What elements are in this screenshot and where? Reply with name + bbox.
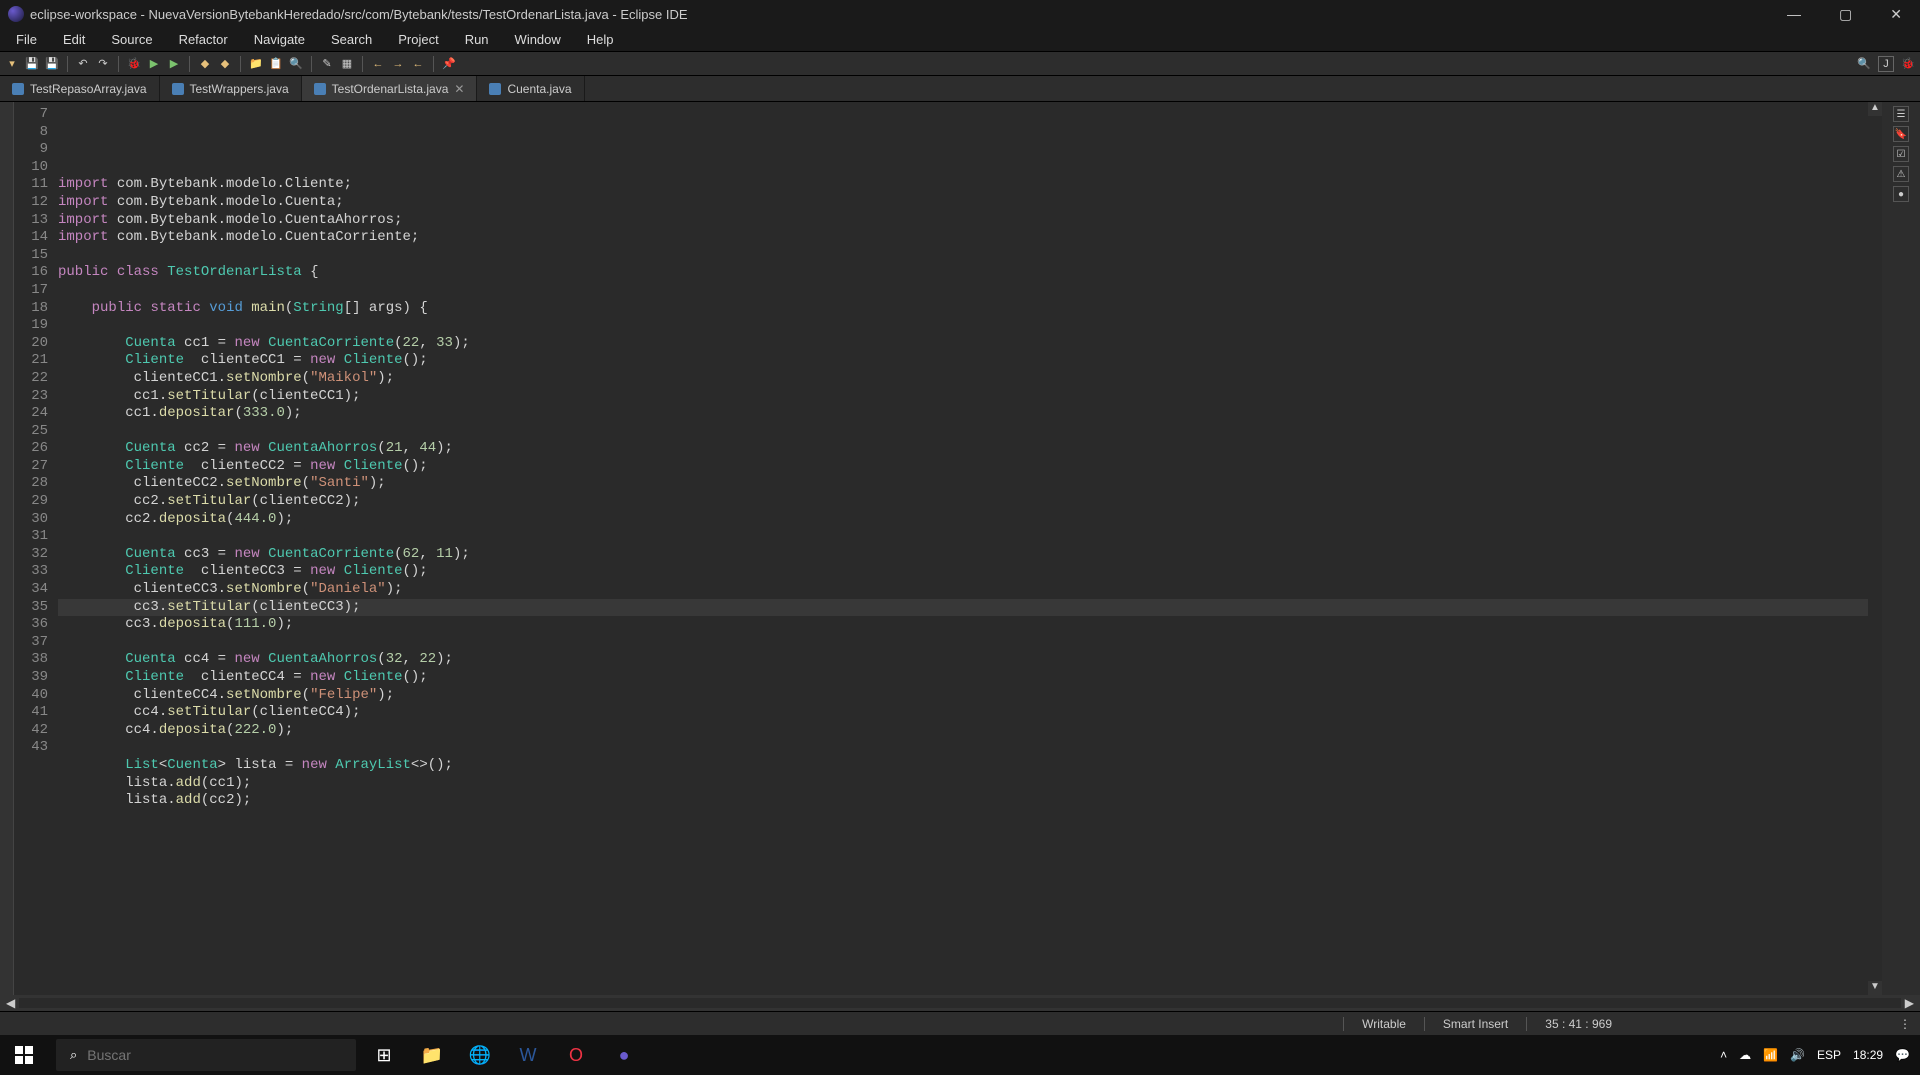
right-toolbar: ☰ 🔖 ☑ ⚠ ● — [1882, 102, 1920, 995]
menu-project[interactable]: Project — [386, 29, 450, 50]
search-icon: ⌕ — [70, 1047, 77, 1063]
scroll-up-icon[interactable]: ▲ — [1868, 102, 1882, 116]
menu-edit[interactable]: Edit — [51, 29, 97, 50]
quick-access-icon[interactable]: 🔍 — [1856, 56, 1872, 72]
main-toolbar: ▾ 💾 💾 ↶ ↷ 🐞 ▶ ▶ ◆ ◆ 📁 📋 🔍 ✎ ▦ ← → ← 📌 🔍 … — [0, 52, 1920, 76]
tab-testrepasoarray[interactable]: TestRepasoArray.java — [0, 76, 160, 101]
tab-cuenta[interactable]: Cuenta.java — [477, 76, 584, 101]
statusbar: Writable Smart Insert 35 : 41 : 969 ⋮ — [0, 1011, 1920, 1035]
window-title: eclipse-workspace - NuevaVersionBytebank… — [30, 7, 1777, 22]
menubar: File Edit Source Refactor Navigate Searc… — [0, 28, 1920, 52]
line-numbers: 7891011121314151617181920212223242526272… — [14, 102, 58, 995]
language-indicator[interactable]: ESP — [1817, 1048, 1841, 1062]
system-tray: ˄ ☁ 📶 🔊 ESP 18:29 💬 — [1720, 1048, 1920, 1062]
explorer-app[interactable]: 📁 — [412, 1035, 452, 1075]
task-view-button[interactable]: ⊞ — [364, 1035, 404, 1075]
taskbar-search[interactable]: ⌕ — [56, 1039, 356, 1071]
redo-icon[interactable]: ↷ — [95, 56, 111, 72]
titlebar: eclipse-workspace - NuevaVersionBytebank… — [0, 0, 1920, 28]
eclipse-app[interactable]: ● — [604, 1035, 644, 1075]
search-icon[interactable]: 🔍 — [288, 56, 304, 72]
window-controls: — ▢ ✕ — [1777, 2, 1912, 27]
editor-area: 7891011121314151617181920212223242526272… — [0, 102, 1920, 995]
open-task-icon[interactable]: 📋 — [268, 56, 284, 72]
status-cursor-pos: 35 : 41 : 969 — [1526, 1017, 1630, 1031]
forward-icon[interactable]: → — [390, 56, 406, 72]
close-icon[interactable]: ✕ — [454, 82, 464, 96]
onedrive-icon[interactable]: ☁ — [1739, 1048, 1751, 1062]
outline-icon[interactable]: ☰ — [1893, 106, 1909, 122]
tab-label: TestRepasoArray.java — [30, 82, 147, 96]
java-file-icon — [314, 83, 326, 95]
new-package-icon[interactable]: ◆ — [217, 56, 233, 72]
opera-app[interactable]: O — [556, 1035, 596, 1075]
word-app[interactable]: W — [508, 1035, 548, 1075]
new-class-icon[interactable]: ◆ — [197, 56, 213, 72]
pin-icon[interactable]: 📌 — [441, 56, 457, 72]
search-input[interactable] — [87, 1047, 342, 1063]
java-file-icon — [172, 83, 184, 95]
toggle-block-icon[interactable]: ▦ — [339, 56, 355, 72]
menu-window[interactable]: Window — [503, 29, 573, 50]
bookmarks-icon[interactable]: 🔖 — [1893, 126, 1909, 142]
perspective-debug-icon[interactable]: 🐞 — [1900, 56, 1916, 72]
tab-label: TestOrdenarLista.java — [332, 82, 449, 96]
open-type-icon[interactable]: 📁 — [248, 56, 264, 72]
run-icon[interactable]: ▶ — [146, 56, 162, 72]
breakpoints-icon[interactable]: ● — [1893, 186, 1909, 202]
wifi-icon[interactable]: 📶 — [1763, 1048, 1778, 1062]
status-insert: Smart Insert — [1424, 1017, 1526, 1031]
vertical-scrollbar[interactable]: ▲ ▼ — [1868, 102, 1882, 995]
horizontal-scrollbar[interactable]: ◀ ▶ — [0, 995, 1920, 1011]
save-icon[interactable]: 💾 — [24, 56, 40, 72]
volume-icon[interactable]: 🔊 — [1790, 1048, 1805, 1062]
windows-icon — [15, 1046, 33, 1064]
eclipse-icon — [8, 6, 24, 22]
minimize-button[interactable]: — — [1777, 2, 1811, 27]
edge-app[interactable]: 🌐 — [460, 1035, 500, 1075]
clock[interactable]: 18:29 — [1853, 1048, 1883, 1062]
code-editor[interactable]: import com.Bytebank.modelo.Cliente;impor… — [58, 102, 1868, 995]
problems-icon[interactable]: ⚠ — [1893, 166, 1909, 182]
status-writable: Writable — [1343, 1017, 1424, 1031]
new-icon[interactable]: ▾ — [4, 56, 20, 72]
menu-source[interactable]: Source — [99, 29, 164, 50]
tab-label: Cuenta.java — [507, 82, 571, 96]
scroll-down-icon[interactable]: ▼ — [1868, 981, 1882, 995]
maximize-button[interactable]: ▢ — [1829, 2, 1862, 27]
java-file-icon — [12, 83, 24, 95]
tasks-icon[interactable]: ☑ — [1893, 146, 1909, 162]
back-icon[interactable]: ← — [370, 56, 386, 72]
toggle-mark-icon[interactable]: ✎ — [319, 56, 335, 72]
start-button[interactable] — [0, 1035, 48, 1075]
menu-run[interactable]: Run — [453, 29, 501, 50]
tab-label: TestWrappers.java — [190, 82, 289, 96]
tab-testordenarlista[interactable]: TestOrdenarLista.java ✕ — [302, 76, 478, 101]
perspective-java-icon[interactable]: J — [1878, 56, 1894, 72]
close-button[interactable]: ✕ — [1880, 2, 1912, 27]
save-all-icon[interactable]: 💾 — [44, 56, 60, 72]
notifications-icon[interactable]: 💬 — [1895, 1048, 1910, 1062]
menu-search[interactable]: Search — [319, 29, 384, 50]
menu-refactor[interactable]: Refactor — [167, 29, 240, 50]
windows-taskbar: ⌕ ⊞ 📁 🌐 W O ● ˄ ☁ 📶 🔊 ESP 18:29 💬 — [0, 1035, 1920, 1075]
editor-tabs: TestRepasoArray.java TestWrappers.java T… — [0, 76, 1920, 102]
status-menu-icon[interactable]: ⋮ — [1890, 1017, 1920, 1031]
java-file-icon — [489, 83, 501, 95]
menu-navigate[interactable]: Navigate — [242, 29, 317, 50]
tab-testwrappers[interactable]: TestWrappers.java — [160, 76, 302, 101]
undo-icon[interactable]: ↶ — [75, 56, 91, 72]
debug-icon[interactable]: 🐞 — [126, 56, 142, 72]
last-edit-icon[interactable]: ← — [410, 56, 426, 72]
scroll-left-icon[interactable]: ◀ — [2, 996, 19, 1010]
folding-gutter[interactable] — [0, 102, 14, 995]
menu-file[interactable]: File — [4, 29, 49, 50]
chevron-up-icon[interactable]: ˄ — [1720, 1048, 1727, 1062]
menu-help[interactable]: Help — [575, 29, 626, 50]
coverage-icon[interactable]: ▶ — [166, 56, 182, 72]
scroll-right-icon[interactable]: ▶ — [1901, 996, 1918, 1010]
